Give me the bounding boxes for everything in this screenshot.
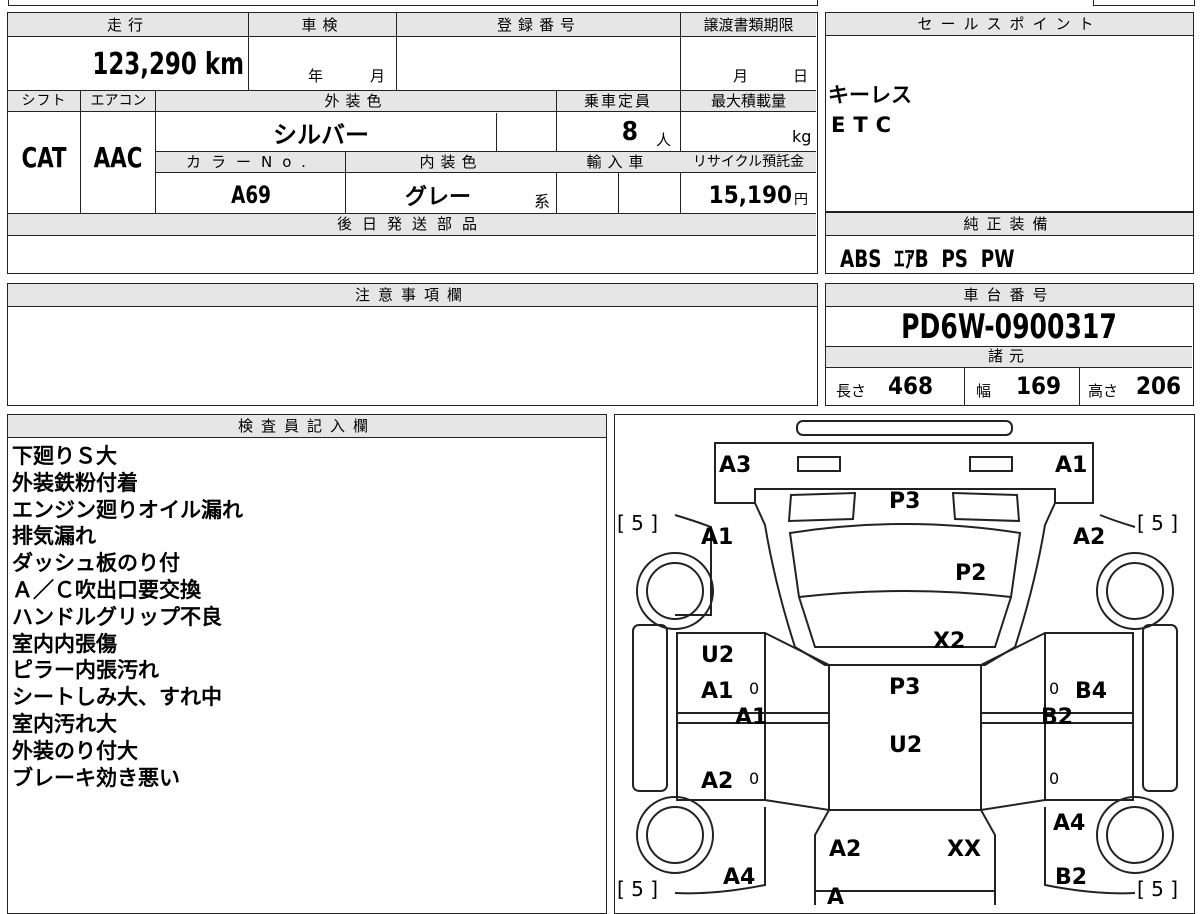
aircon-label: エアコン [90,93,147,109]
vehicle-info-table: 走行 車検 登録番号 譲渡書類期限 123,290 km 年 月 月 日 シフト… [7,12,818,274]
caution-box: 注意事項欄 [7,283,818,406]
mark-rear-bumper: A [827,885,845,910]
import-label: 輸入車 [586,153,650,171]
sales-point-keyless: キーレス [828,83,912,107]
mark-roof2: U2 [889,733,923,758]
note-line: Ａ／Ｃ吹出口要交換 [12,577,201,602]
capacity-value: 8 [621,117,638,147]
mark-left-rear-door-zero: 0 [749,769,760,788]
note-line: 室内汚れ大 [12,711,117,736]
mark-right-front-door-zero: 0 [1049,679,1060,698]
transfer-month-label: 月 [733,67,749,85]
mark-front-right-bumper: A1 [1055,453,1088,478]
transfer-day-label: 日 [793,67,809,85]
note-line: 室内内張傷 [12,631,117,656]
inspector-notes: 下廻りＳ大 外装鉄粉付着 エンジン廻りオイル漏れ 排気漏れ ダッシュ板のり付 Ａ… [12,443,243,791]
registration-label: 登録番号 [496,16,581,34]
note-line: エンジン廻りオイル漏れ [12,497,243,522]
tire-right-rear: [ 5 ] [1137,877,1179,901]
mark-left-rear-quarter: A4 [723,865,756,890]
tire-left-front: [ 5 ] [617,511,659,535]
mark-left-front-door-zero: 0 [749,679,760,698]
mark-right-step: B2 [1041,705,1074,730]
aircon-value: AAC [93,141,143,174]
capacity-label: 乗車定員 [583,92,652,110]
width-label: 幅 [976,382,992,400]
tire-right-front: [ 5 ] [1137,511,1179,535]
color-no-label: カラーNo. [186,153,316,171]
exterior-color-value: シルバー [273,121,369,149]
note-line: ダッシュ板のり付 [12,551,180,576]
height-label: 高さ [1088,382,1119,400]
sales-points-box: セールスポイント キーレス ETC [825,12,1194,212]
note-line: ピラー内張汚れ [12,658,159,683]
note-line: 外装鉄粉付着 [12,470,138,495]
shift-label: シフト [21,93,67,109]
mark-hood: P3 [889,489,921,514]
mark-right-front-door: B4 [1075,679,1108,704]
interior-color-label: 内装色 [419,153,483,171]
note-line: 下廻りＳ大 [12,444,117,468]
sales-points-label: セールスポイント [826,13,1193,36]
recycle-unit: 円 [794,192,808,208]
genuine-equipment-label: 純正装備 [826,213,1193,236]
transfer-deadline-label: 譲渡書類期限 [703,16,794,34]
note-line: 排気漏れ [12,524,96,549]
inspector-box: 検査員記入欄 下廻りＳ大 外装鉄粉付着 エンジン廻りオイル漏れ 排気漏れ ダッシ… [7,414,607,914]
note-line: ハンドルグリップ不良 [12,604,222,629]
tire-left-rear: [ 5 ] [617,877,659,901]
exterior-color-label: 外装色 [324,92,388,110]
width-value: 169 [1016,372,1062,400]
height-value: 206 [1136,372,1182,400]
specs-label: 諸元 [987,347,1030,365]
top-strip [8,0,818,6]
sales-point-etc: ETC [831,113,900,137]
mark-roof: P3 [889,675,921,700]
inspection-year-label: 年 [308,67,324,85]
mark-windshield: P2 [955,561,987,586]
mark-rear-glass-left: A2 [829,837,862,862]
mark-left-fender: A1 [701,525,734,550]
mark-left-front-door-upper: U2 [701,643,735,668]
car-diagram-box: [ 5 ] [ 5 ] [ 5 ] [ 5 ] A3 A1 P3 A1 A2 P… [614,414,1195,914]
later-parts-label: 後日発送部品 [336,215,487,233]
note-line: 外装のり付大 [12,738,138,763]
recycle-value: 15,190 [708,181,792,209]
chassis-label: 車台番号 [826,284,1193,307]
color-no-value: A69 [231,181,271,209]
top-strip-right [1093,0,1195,6]
mark-left-step: A1 [735,705,768,730]
max-load-unit: kg [792,127,812,146]
inspection-month-label: 月 [370,67,386,85]
interior-color-suffix: 系 [534,192,551,211]
mileage-value: 123,290 km [92,47,244,82]
shift-value: CAT [21,141,67,174]
inspector-label: 検査員記入欄 [8,415,606,438]
mark-left-front-door: A1 [701,679,734,704]
mark-rear-glass-right: XX [947,837,981,862]
mark-right-rear-bumper: B2 [1055,865,1088,890]
mark-left-rear-door: A2 [701,769,734,794]
mark-front-left-bumper: A3 [719,453,752,478]
inspection-label: 車検 [301,16,344,34]
mark-right-rear-door-zero: 0 [1049,769,1060,788]
max-load-label: 最大積載量 [710,92,786,110]
interior-color-value: グレー [404,185,471,210]
capacity-unit: 人 [656,131,672,149]
note-line: ブレーキ効き悪い [12,765,180,790]
mark-cowl: X2 [933,629,966,654]
chassis-value: PD6W-0900317 [901,307,1117,347]
caution-label: 注意事項欄 [8,284,817,307]
length-value: 468 [888,372,934,400]
genuine-equipment-value: ABS ｴｱB PS PW [840,245,1015,273]
chassis-box: 車台番号 PD6W-0900317 諸元 長さ 468 幅 169 高さ 206 [825,283,1194,406]
mileage-label: 走行 [106,16,149,34]
genuine-equipment-box: 純正装備 ABS ｴｱB PS PW [825,212,1194,274]
mark-right-fender: A2 [1073,525,1106,550]
length-label: 長さ [836,382,867,400]
note-line: シートしみ大、すれ中 [12,685,222,710]
mark-right-quarter: A4 [1053,811,1086,836]
recycle-label: リサイクル預託金 [692,154,805,170]
